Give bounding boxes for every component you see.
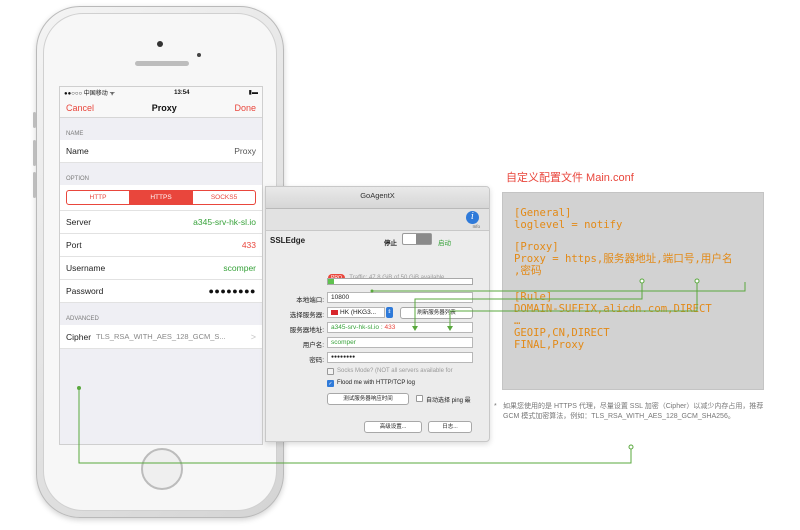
- config-line: [Rule]: [514, 291, 553, 303]
- password-row[interactable]: Password ●●●●●●●●: [60, 280, 262, 303]
- service-title: SSLEdge: [270, 236, 306, 245]
- socks-mode-label: Socks Mode? (NOT all servers available f…: [337, 368, 453, 374]
- section-header-name: NAME: [66, 131, 84, 137]
- server-select-dropdown[interactable]: HK (HKG3...: [327, 307, 385, 318]
- log-button[interactable]: 日志...: [428, 421, 472, 433]
- status-bar: ●●○○○ 中国移动 ᯤ 13:54 ▮▬: [60, 87, 262, 98]
- server-address-input[interactable]: a345-srv-hk-sl.io : 433: [327, 322, 473, 333]
- config-line: [Proxy]: [514, 241, 559, 253]
- cipher-value: TLS_RSA_WITH_AES_128_GCM_S...: [96, 332, 226, 341]
- config-line: loglevel = notify: [514, 219, 623, 231]
- volume-down-button: [33, 172, 36, 198]
- volume-up-button: [33, 140, 36, 166]
- config-gap: [514, 277, 763, 291]
- auto-select-label: 自动选择 ping 最: [426, 398, 471, 404]
- traffic-progress-fill: [328, 279, 334, 284]
- segment-socks5[interactable]: SOCKS5: [192, 191, 255, 204]
- segment-http[interactable]: HTTP: [67, 191, 129, 204]
- protocol-segmented-control: HTTP HTTPS SOCKS5: [66, 190, 256, 205]
- username-label: Username: [66, 263, 106, 273]
- password-label: Password: [66, 286, 104, 296]
- port-label: Port: [66, 240, 82, 250]
- note-text: 如果您使用的是 HTTPS 代理，尽量设置 SSL 加密（Cipher）以减少内…: [503, 403, 764, 420]
- note-asterisk: *: [494, 403, 497, 410]
- config-line: FINAL,Proxy: [514, 339, 585, 351]
- nav-bar: Cancel Proxy Done: [60, 98, 262, 118]
- window-title: GoAgentX: [266, 187, 489, 209]
- cipher-note: * 如果您使用的是 HTTPS 代理，尽量设置 SSL 加密（Cipher）以减…: [494, 402, 773, 422]
- cipher-label: Cipher: [66, 331, 92, 342]
- name-value[interactable]: Proxy: [234, 146, 256, 156]
- socks-mode-checkbox[interactable]: [327, 368, 334, 375]
- segment-https[interactable]: HTTPS: [129, 191, 192, 204]
- port-row[interactable]: Port 433: [60, 234, 262, 257]
- protocol-segment-row: HTTP HTTPS SOCKS5: [60, 185, 262, 211]
- password-input[interactable]: ●●●●●●●●: [327, 352, 473, 363]
- config-line: …: [514, 315, 521, 327]
- server-label: Server: [66, 217, 92, 227]
- server-value[interactable]: a345-srv-hk-sl.io: [193, 217, 256, 227]
- config-line: ,密码: [514, 265, 542, 277]
- username-input[interactable]: scomper: [327, 337, 473, 348]
- phone-screen: ●●○○○ 中国移动 ᯤ 13:54 ▮▬ Cancel Proxy Done …: [59, 86, 263, 445]
- info-label: Info: [472, 224, 480, 229]
- stop-label: 停止: [384, 240, 397, 247]
- cancel-button[interactable]: Cancel: [66, 103, 94, 113]
- sensor-dot: [197, 53, 201, 57]
- info-icon[interactable]: i: [466, 211, 479, 224]
- home-button[interactable]: [141, 448, 183, 490]
- connector-dot: [628, 444, 634, 450]
- section-header-advanced: ADVANCED: [66, 316, 99, 322]
- server-address-value: a345-srv-hk-sl.io :: [331, 324, 385, 331]
- traffic-progress-bar: [327, 278, 473, 285]
- config-line: DOMAIN-SUFFIX,alicdn.com,DIRECT: [514, 303, 712, 315]
- chevron-right-icon: >: [250, 331, 256, 342]
- goagentx-window: GoAgentX i Info SSLEdge 停止 启动 PRO Traffi…: [265, 186, 490, 442]
- toggle-knob: [416, 234, 431, 244]
- password-value[interactable]: ●●●●●●●●: [209, 286, 257, 296]
- local-port-label: 本地端口:: [296, 297, 324, 304]
- config-line: [General]: [514, 207, 572, 219]
- mute-switch: [33, 112, 36, 128]
- battery-icon: ▮▬: [248, 90, 258, 96]
- server-select-label: 选择服务器:: [289, 312, 324, 319]
- status-time: 13:54: [174, 89, 190, 96]
- service-toggle[interactable]: [402, 233, 432, 245]
- port-value[interactable]: 433: [242, 240, 256, 250]
- server-address-label: 服务器地址:: [289, 327, 324, 334]
- username-value[interactable]: scomper: [223, 263, 256, 273]
- flood-log-label: Flood me with HTTP/TCP log: [337, 380, 415, 386]
- window-toolbar: i Info: [266, 209, 489, 231]
- test-server-button[interactable]: 测试服务器响应时间: [327, 393, 409, 405]
- config-line: GEOIP,CN,DIRECT: [514, 327, 610, 339]
- config-gap: [514, 231, 763, 241]
- config-box: [General] loglevel = notify [Proxy] Prox…: [502, 192, 764, 390]
- username-row[interactable]: Username scomper: [60, 257, 262, 280]
- start-label: 启动: [438, 240, 451, 247]
- camera-icon: [157, 41, 163, 47]
- done-button[interactable]: Done: [234, 103, 256, 113]
- cipher-row[interactable]: Cipher TLS_RSA_WITH_AES_128_GCM_S... >: [60, 325, 262, 349]
- refresh-server-list-button[interactable]: 刷新服务器列表: [400, 307, 473, 319]
- advanced-settings-button[interactable]: 高级设置...: [364, 421, 422, 433]
- password-field-label: 密码:: [309, 357, 324, 364]
- auto-select-checkbox[interactable]: [416, 395, 423, 402]
- name-label: Name: [66, 146, 89, 156]
- nav-title: Proxy: [151, 102, 177, 113]
- server-port-value: 433: [384, 324, 396, 331]
- local-port-input[interactable]: 10800: [327, 292, 473, 303]
- earpiece-speaker: [135, 61, 189, 66]
- carrier-signal: ●●○○○ 中国移动 ᯤ: [64, 91, 115, 97]
- server-row[interactable]: Server a345-srv-hk-sl.io: [60, 211, 262, 234]
- section-header-option: OPTION: [66, 176, 90, 182]
- name-row[interactable]: Name Proxy: [60, 140, 262, 163]
- server-select-value: HK (HKG3...: [340, 309, 377, 316]
- hk-flag-icon: [331, 309, 338, 315]
- config-title: 自定义配置文件 Main.conf: [506, 172, 634, 184]
- flood-log-checkbox[interactable]: ✓: [327, 380, 334, 387]
- config-line: Proxy = https,服务器地址,端口号,用户名: [514, 253, 733, 265]
- dropdown-arrows-icon[interactable]: ⇕: [386, 307, 393, 318]
- username-field-label: 用户名:: [302, 342, 324, 349]
